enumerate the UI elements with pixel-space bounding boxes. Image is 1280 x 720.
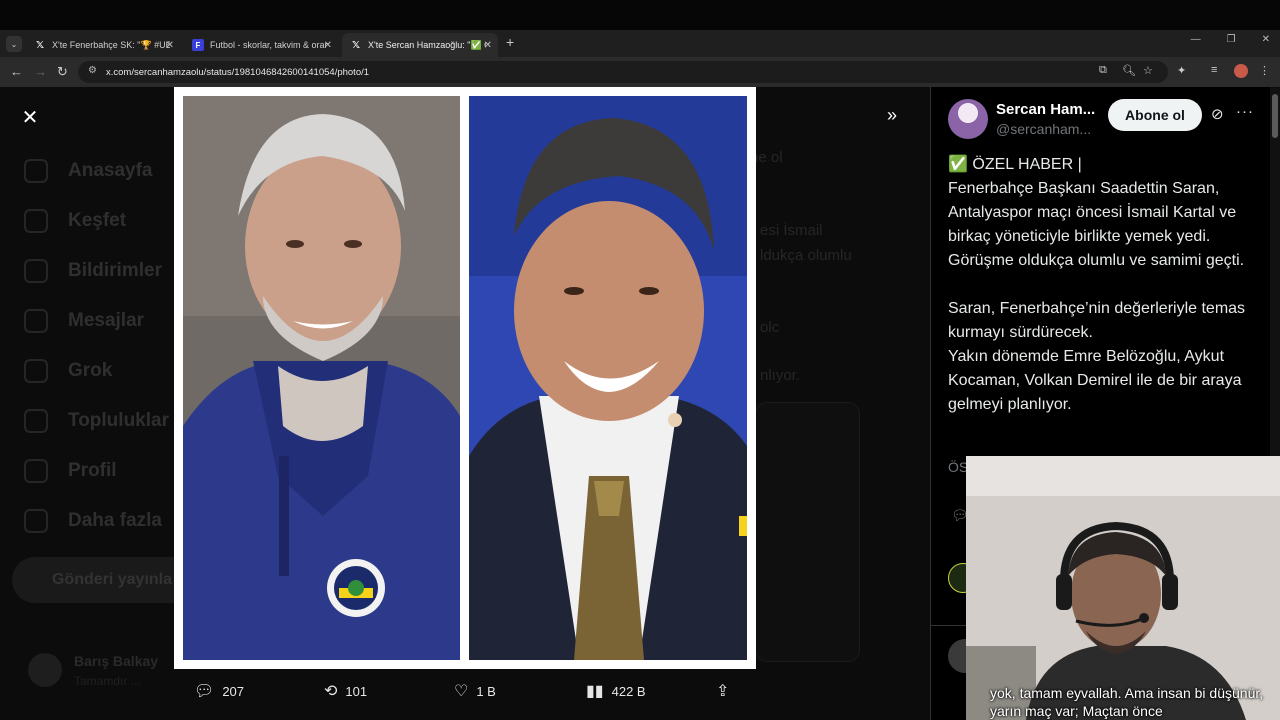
people-icon [24, 409, 48, 433]
views-count: 422 B [611, 683, 646, 699]
tab-title: X'te Fenerbahçe SK: "🏆 #UEL [52, 39, 170, 50]
grok-icon [24, 359, 48, 383]
author-avatar[interactable] [948, 99, 988, 139]
account-avatar [28, 653, 62, 687]
nav-grok: Grok [24, 359, 112, 383]
share-button[interactable]: ⇪ [716, 681, 729, 701]
address-bar[interactable]: ⚙ x.com/sercanhamzaolu/status/1981046842… [78, 61, 1168, 83]
nav-profile: Profil [24, 459, 117, 483]
webcam-overlay [966, 456, 1280, 720]
nav-communities: Topluluklar [24, 409, 169, 433]
install-app-icon[interactable]: ⧉ [1099, 64, 1107, 77]
close-viewer-icon[interactable]: ✕ [18, 105, 42, 129]
restore-icon[interactable]: ❐ [1227, 34, 1236, 45]
grok-icon[interactable]: ⊘ [1211, 105, 1224, 123]
share-icon: ⇪ [716, 683, 730, 700]
views-chart-icon: ▮▮ [586, 683, 604, 700]
close-window-icon[interactable]: ✕ [1262, 34, 1270, 45]
repost-count: 101 [345, 683, 368, 699]
video-subtitle: yok, tamam eyvallah. Ama insan bi düşünü… [990, 685, 1264, 719]
mail-icon [24, 309, 48, 333]
more-circle-icon [24, 509, 48, 533]
repost-icon: ⟲ [324, 683, 338, 700]
tab-title: Futbol - skorlar, takvim & oran [210, 40, 328, 50]
account-handle: Tamamdır ... [74, 674, 141, 688]
nav-more: Daha fazla [24, 509, 162, 533]
nav-label: Profil [68, 460, 117, 481]
close-icon[interactable]: ✕ [484, 40, 492, 51]
tab-fenerbahce[interactable]: 𝕏 X'te Fenerbahçe SK: "🏆 #UEL ✕ [26, 33, 180, 57]
repost-button[interactable]: ⟲ 101 [324, 681, 367, 701]
bg-snippet: olc [760, 319, 780, 336]
profile-avatar[interactable] [1234, 64, 1248, 78]
tab-futbol[interactable]: F Futbol - skorlar, takvim & oran ✕ [184, 33, 338, 57]
post-text: ✅ ÖZEL HABER | Fenerbahçe Başkanı Saadet… [948, 156, 1246, 413]
scrollbar-thumb[interactable] [1272, 94, 1278, 138]
home-icon [24, 159, 48, 183]
bg-snippet: ldukça olumlu [760, 247, 852, 264]
minimize-icon[interactable]: — [1191, 34, 1201, 45]
tab-title: X'te Sercan Hamzaoğlu: "✅ ÖZ [368, 39, 486, 50]
menu-kebab-icon[interactable]: ⋮ [1259, 64, 1270, 77]
views-button[interactable]: ▮▮ 422 B [586, 681, 646, 701]
back-icon[interactable]: ← [10, 64, 23, 79]
nav-label: Grok [68, 360, 113, 381]
x-logo-icon: 𝕏 [351, 39, 361, 51]
webcam-illustration [966, 456, 1280, 720]
zoom-icon[interactable]: 🔍︎ [1122, 64, 1136, 77]
nav-label: Bildirimler [68, 260, 162, 281]
subscribe-button[interactable]: Abone ol [1108, 99, 1202, 131]
close-icon[interactable]: ✕ [324, 40, 332, 51]
background-sidebar: Anasayfa Keşfet Bildirimler Mesajlar Gro… [0, 87, 212, 720]
person-icon [24, 459, 48, 483]
tab-strip: ⌄ 𝕏 X'te Fenerbahçe SK: "🏆 #UEL ✕ F Futb… [0, 30, 1280, 57]
more-options-icon[interactable]: ··· [1236, 103, 1254, 120]
flashscore-icon: F [192, 39, 204, 51]
window-title-bar [0, 0, 1280, 30]
forward-icon[interactable]: → [34, 64, 47, 79]
close-icon[interactable]: ✕ [166, 40, 174, 51]
x-logo-icon: 𝕏 [35, 39, 45, 51]
search-icon [24, 209, 48, 233]
nav-label: Daha fazla [68, 510, 162, 531]
collapse-panel-icon[interactable]: » [887, 105, 897, 126]
bg-snippet: esi İsmail [760, 222, 823, 239]
bg-media-card [755, 402, 860, 662]
new-tab-button[interactable]: + [506, 34, 514, 50]
nav-explore: Keşfet [24, 209, 126, 233]
like-button[interactable]: ♡ 1 B [454, 681, 496, 701]
url-text: x.com/sercanhamzaolu/status/198104684260… [106, 66, 370, 78]
reply-count: 207 [222, 683, 245, 699]
reading-list-icon[interactable]: ≡ [1211, 64, 1217, 76]
reply-icon: 💬︎ [194, 683, 215, 700]
heart-icon: ♡ [454, 683, 469, 700]
tweet-photo[interactable] [174, 87, 756, 669]
account-name: Barış Balkay [74, 653, 159, 669]
portrait-illustration [183, 96, 460, 660]
nav-label: Anasayfa [68, 160, 153, 181]
nav-messages: Mesajlar [24, 309, 144, 333]
tab-sercan[interactable]: 𝕏 X'te Sercan Hamzaoğlu: "✅ ÖZ ✕ [342, 33, 498, 57]
portrait-illustration [469, 96, 747, 660]
bookmark-star-icon[interactable]: ☆ [1143, 64, 1153, 77]
window-controls: — ❐ ✕ [1191, 34, 1270, 45]
photo-action-bar: 💬︎ 207 ⟲ 101 ♡ 1 B ▮▮ 422 B ⇪ [190, 681, 750, 705]
nav-label: Mesajlar [68, 310, 145, 331]
bg-snippet: nlıyor. [760, 367, 801, 384]
like-count: 1 B [476, 683, 496, 699]
nav-home: Anasayfa [24, 159, 153, 183]
extensions-icon[interactable]: ✦ [1177, 64, 1186, 77]
tab-search-button[interactable]: ⌄ [6, 36, 22, 52]
nav-label: Keşfet [68, 210, 127, 231]
author-handle[interactable]: @sercanham... [996, 121, 1091, 137]
nav-label: Topluluklar [68, 410, 169, 431]
site-info-icon[interactable]: ⚙ [88, 65, 97, 76]
photo-right-portrait [469, 96, 747, 660]
photo-left-portrait [183, 96, 460, 660]
bell-icon [24, 259, 48, 283]
reply-button[interactable]: 💬︎ 207 [194, 681, 244, 701]
reload-icon[interactable]: ↻ [57, 64, 68, 80]
nav-notifications: Bildirimler [24, 259, 162, 283]
author-display-name[interactable]: Sercan Ham... [996, 101, 1095, 118]
